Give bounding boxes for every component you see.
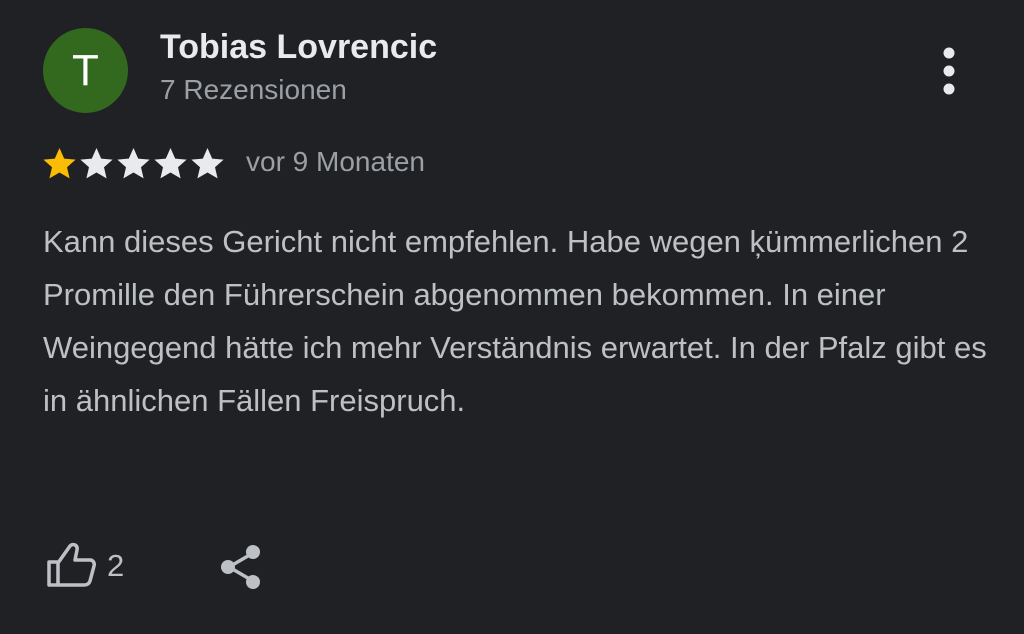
review-text: Kann dieses Gericht nicht empfehlen. Hab… bbox=[43, 224, 987, 418]
star-empty-icon bbox=[154, 148, 187, 179]
more-options-button[interactable] bbox=[928, 42, 970, 100]
share-button[interactable] bbox=[216, 542, 266, 592]
review-card: T Tobias Lovrencic 7 Rezensionen vor 9 M… bbox=[0, 0, 1024, 634]
review-time: vor 9 Monaten bbox=[246, 146, 425, 177]
star-rating bbox=[41, 146, 226, 182]
author-name[interactable]: Tobias Lovrencic bbox=[160, 28, 437, 67]
like-count: 2 bbox=[107, 548, 125, 583]
star-empty-icon bbox=[80, 148, 113, 179]
avatar[interactable]: T bbox=[43, 28, 128, 113]
review-count: 7 Rezensionen bbox=[160, 74, 347, 105]
thumbs-up-icon bbox=[47, 542, 96, 587]
star-filled-icon bbox=[43, 148, 76, 179]
star-empty-icon bbox=[191, 148, 224, 179]
like-button[interactable]: 2 bbox=[44, 540, 134, 596]
more-vert-icon bbox=[943, 47, 955, 95]
star-empty-icon bbox=[117, 148, 150, 179]
share-icon bbox=[221, 545, 260, 589]
